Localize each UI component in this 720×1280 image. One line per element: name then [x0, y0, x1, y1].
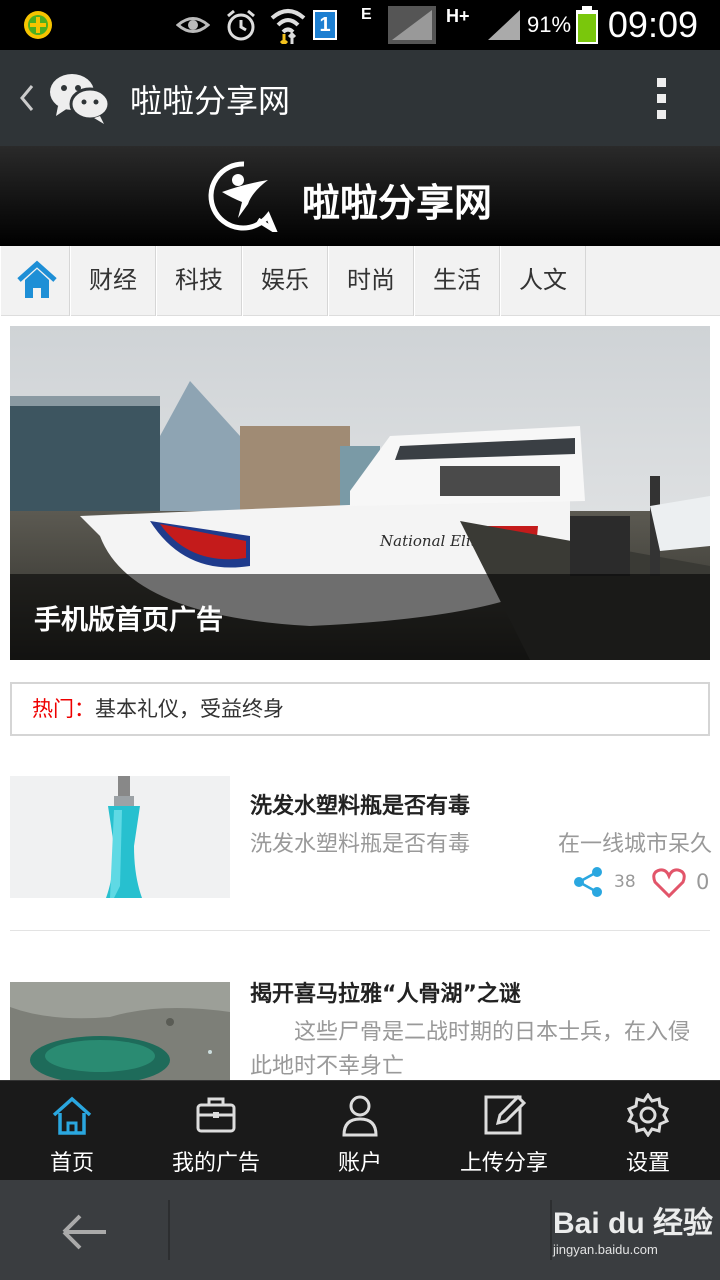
watermark-url: jingyan.baidu.com: [553, 1242, 658, 1257]
sim-badge: 1: [313, 10, 337, 40]
signal-icon-1: [388, 6, 436, 44]
nav-divider: [550, 1200, 552, 1260]
tab-home[interactable]: [0, 246, 70, 316]
app-notification-icon: [24, 11, 52, 39]
like-count: 0: [696, 870, 710, 894]
status-bar: 1 E H+ 91% 09:09: [0, 0, 720, 50]
article-title[interactable]: 洗发水塑料瓶是否有毒: [250, 788, 470, 820]
watermark: Bai du 经验 jingyan.baidu.com: [553, 1198, 713, 1257]
eye-icon: [176, 17, 210, 33]
article-title[interactable]: 揭开喜马拉雅“人骨湖”之谜: [250, 976, 521, 1008]
tab-label: 我的广告: [171, 1151, 260, 1176]
site-logo-icon: [208, 161, 278, 232]
clock: 09:09: [607, 4, 698, 45]
tab-label: 设置: [625, 1151, 670, 1176]
share-icon[interactable]: [572, 866, 604, 898]
network-type-e: E: [361, 6, 372, 23]
tab-tech[interactable]: 科技: [156, 246, 242, 316]
site-header: 啦啦分享网: [0, 146, 720, 246]
heart-icon[interactable]: [652, 868, 686, 898]
article-summary: 洗发水塑料瓶是否有毒 在一线城市呆久: [250, 832, 713, 857]
site-name: 啦啦分享网: [302, 181, 493, 225]
bottom-tab-bar: 首页 我的广告 账户 上传分享 设置: [0, 1080, 720, 1180]
article-summary: 这些尸骨是二战时期的日本士兵，在入侵此地时不幸身亡: [250, 1020, 691, 1079]
tab-account[interactable]: 账户: [288, 1081, 432, 1181]
alarm-icon: [227, 9, 255, 41]
signal-icon-2: [488, 10, 520, 40]
tab-my-ads[interactable]: 我的广告: [144, 1081, 288, 1181]
wifi-icon: [270, 9, 306, 44]
tab-life[interactable]: 生活: [414, 246, 500, 316]
nav-divider: [168, 1200, 170, 1260]
back-chevron-icon[interactable]: [16, 82, 36, 114]
wechat-title-bar: 啦啦分享网: [0, 50, 720, 146]
tab-culture[interactable]: 人文: [500, 246, 586, 316]
banner-caption-bar: 手机版首页广告: [10, 574, 710, 660]
article-thumbnail: [10, 776, 230, 898]
tab-label: 账户: [337, 1151, 382, 1176]
article-item[interactable]: 揭开喜马拉雅“人骨湖”之谜 这些尸骨是二战时期的日本士兵，在入侵此地时不幸身亡: [0, 976, 720, 1080]
wechat-page-title: 啦啦分享网: [130, 82, 291, 120]
category-nav: 财经 科技 娱乐 时尚 生活 人文: [0, 246, 720, 316]
watermark-brand: Bai du 经验: [553, 1207, 714, 1240]
tab-home-bottom[interactable]: 首页: [0, 1081, 144, 1181]
article-thumbnail: [10, 982, 230, 1080]
hot-label: 热门：: [32, 697, 95, 721]
network-type: H+: [446, 6, 470, 26]
divider: [10, 930, 710, 931]
article-item[interactable]: 洗发水塑料瓶是否有毒 洗发水塑料瓶是否有毒 在一线城市呆久 38 0: [0, 776, 720, 906]
tab-settings[interactable]: 设置: [576, 1081, 720, 1181]
tab-fashion[interactable]: 时尚: [328, 246, 414, 316]
banner-caption: 手机版首页广告: [34, 605, 223, 636]
home-icon: [17, 260, 57, 298]
briefcase-icon: [196, 1097, 236, 1133]
banner-ad[interactable]: National Elite 手机版首页广告: [10, 326, 710, 660]
edit-icon: [484, 1094, 526, 1135]
gear-icon: [626, 1093, 670, 1137]
tab-upload-share[interactable]: 上传分享: [432, 1081, 576, 1181]
share-count: 38: [614, 872, 636, 892]
user-icon: [342, 1095, 378, 1137]
more-menu-icon[interactable]: [654, 76, 670, 122]
hot-topic-bar[interactable]: 热门：基本礼仪，受益终身: [10, 682, 710, 736]
hot-topic-link[interactable]: 基本礼仪，受益终身: [95, 697, 284, 721]
battery-icon: [576, 6, 598, 44]
home-icon: [52, 1096, 92, 1135]
wechat-logo-icon: [50, 74, 111, 124]
battery-percent: 91%: [527, 12, 572, 37]
tab-entertainment[interactable]: 娱乐: [242, 246, 328, 316]
tab-label: 首页: [49, 1151, 94, 1176]
tab-label: 上传分享: [459, 1151, 548, 1176]
back-arrow-icon[interactable]: [60, 1212, 110, 1252]
tab-finance[interactable]: 财经: [70, 246, 156, 316]
